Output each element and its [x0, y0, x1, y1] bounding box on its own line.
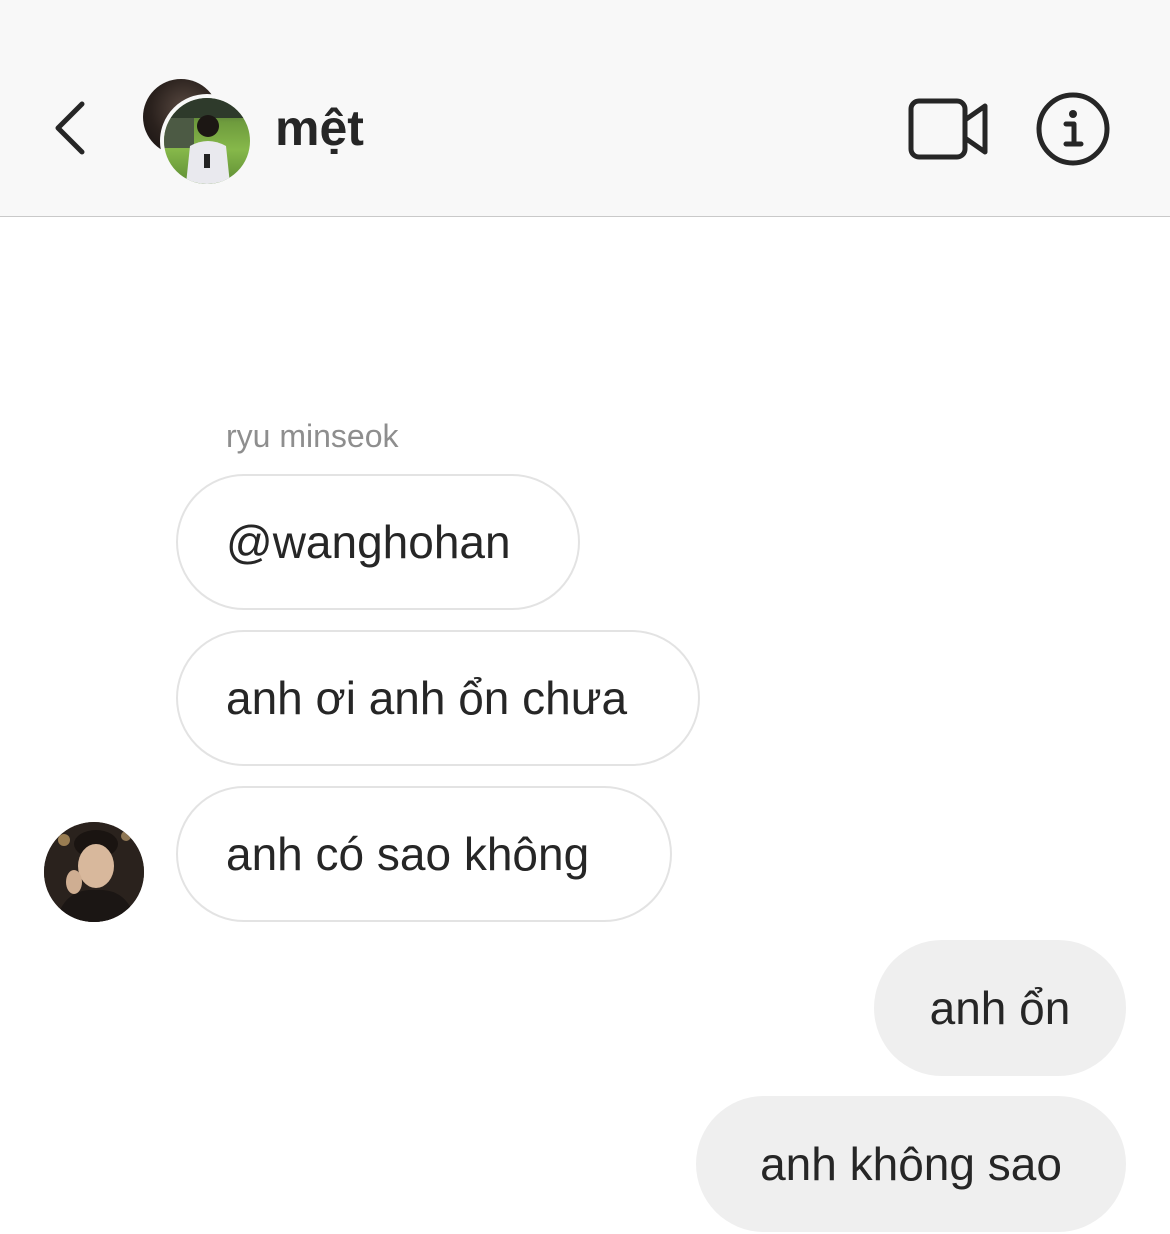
outgoing-message[interactable]: anh không sao [696, 1096, 1126, 1232]
chevron-left-icon [55, 101, 85, 155]
sender-avatar[interactable] [44, 822, 144, 922]
chat-header: mệt [0, 0, 1170, 217]
chat-title[interactable]: mệt [275, 96, 364, 160]
outgoing-message[interactable]: anh ổn [874, 940, 1126, 1076]
member-avatar-front [160, 94, 254, 188]
video-call-button[interactable] [906, 96, 992, 162]
incoming-message[interactable]: anh có sao không [176, 786, 672, 922]
info-icon [1036, 92, 1110, 166]
group-avatar[interactable] [140, 76, 254, 188]
back-button[interactable] [42, 92, 98, 164]
incoming-message[interactable]: @wanghohan [176, 474, 580, 610]
video-camera-icon [908, 98, 988, 160]
incoming-message[interactable]: anh ơi anh ổn chưa [176, 630, 700, 766]
sender-name: ryu minseok [226, 418, 399, 454]
info-button[interactable] [1034, 90, 1112, 168]
